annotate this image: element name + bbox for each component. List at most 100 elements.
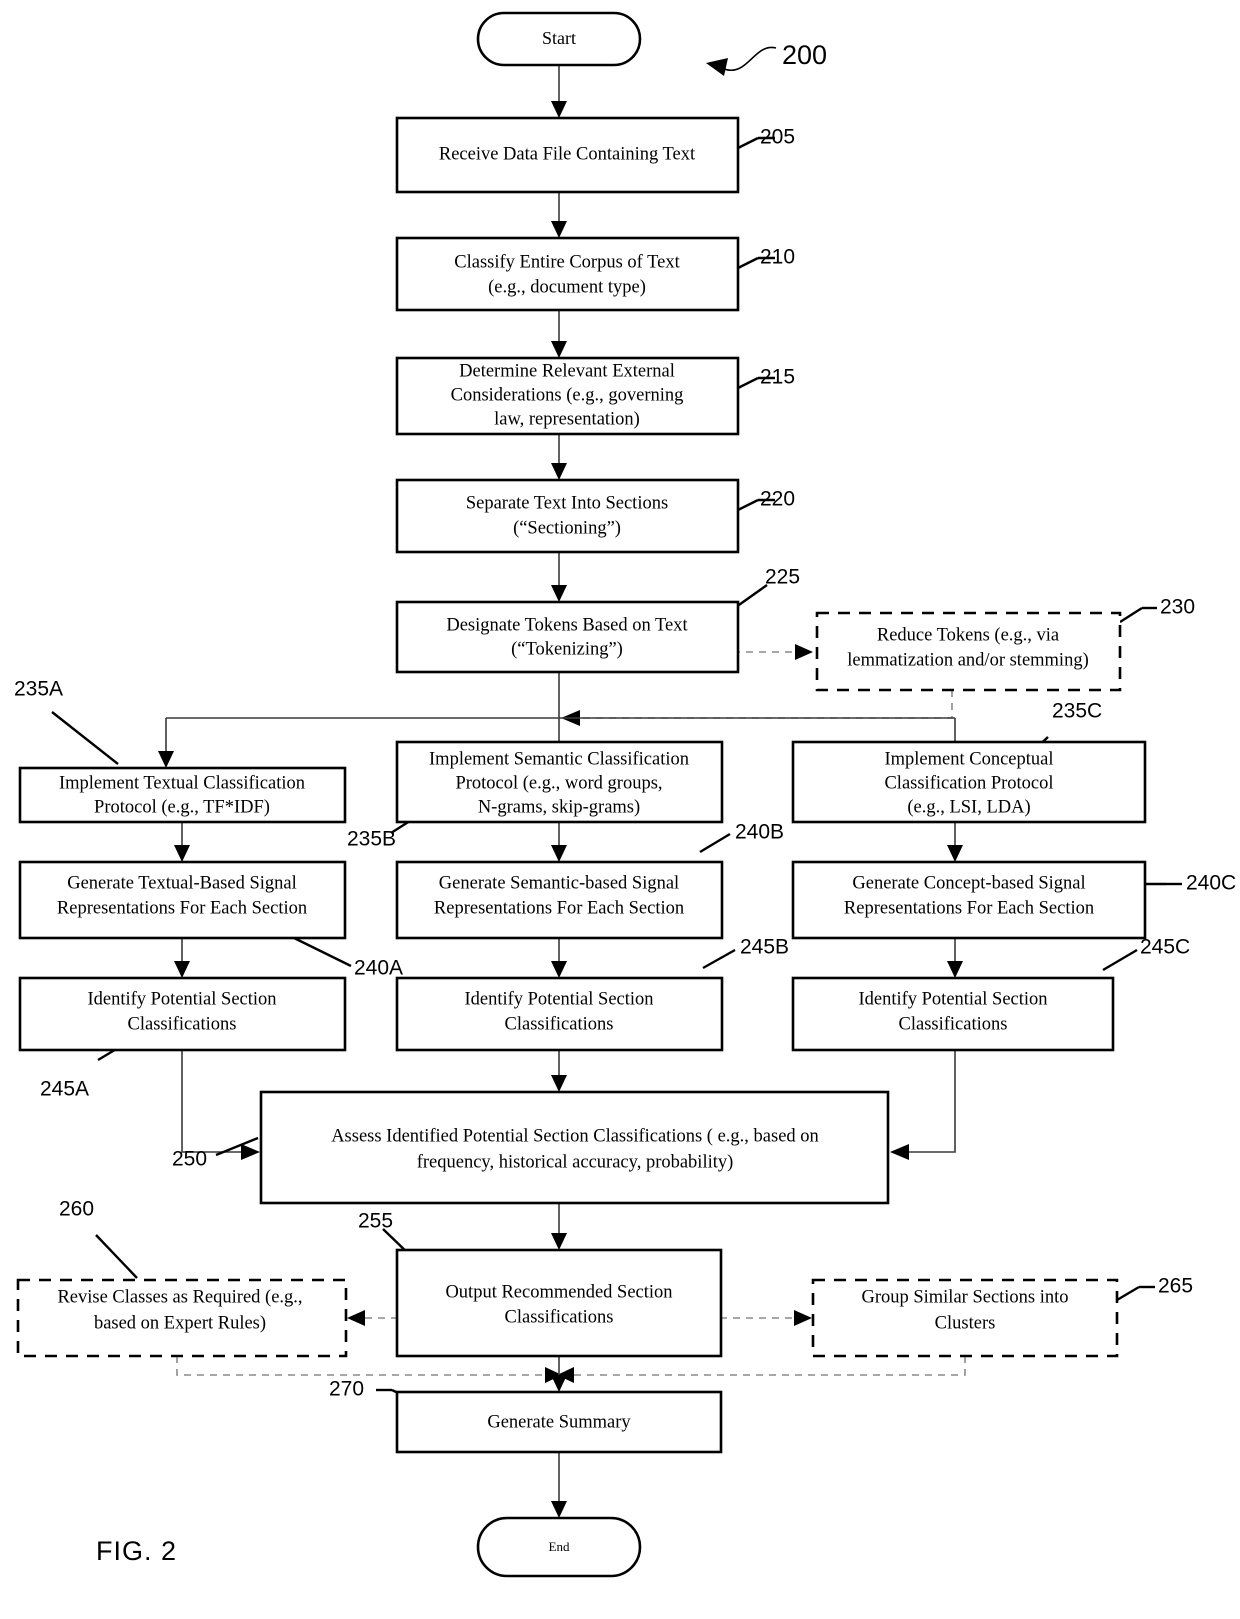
node-245B[interactable]: Identify Potential Section Classificatio… xyxy=(395,976,724,1052)
ref-235A: 235A xyxy=(14,678,63,701)
leader-245B xyxy=(702,948,736,970)
node-245B-line2: Classifications xyxy=(505,1014,614,1034)
node-215[interactable]: Determine Relevant External Consideratio… xyxy=(395,356,740,436)
leader-265 xyxy=(1116,1285,1155,1302)
node-230-line2: lemmatization and/or stemming) xyxy=(847,650,1088,670)
node-260-line2: based on Expert Rules) xyxy=(94,1313,266,1333)
node-240C-line2: Representations For Each Section xyxy=(844,898,1094,918)
node-270-line1: Generate Summary xyxy=(487,1412,631,1432)
node-235A-line2: Protocol (e.g., TF*IDF) xyxy=(94,797,270,817)
node-215-line1: Determine Relevant External xyxy=(459,361,675,381)
node-255[interactable]: Output Recommended Section Classificatio… xyxy=(395,1248,723,1358)
node-260[interactable]: Revise Classes as Required (e.g., based … xyxy=(16,1278,348,1358)
leader-200 xyxy=(706,46,777,76)
ref-230: 230 xyxy=(1160,596,1195,619)
connector-220-to-225 xyxy=(551,552,567,602)
connector-255-to-265 xyxy=(720,1310,812,1326)
node-245A-line2: Classifications xyxy=(128,1014,237,1034)
ref-255: 255 xyxy=(358,1210,393,1233)
node-235A-line1: Implement Textual Classification xyxy=(59,773,305,793)
ref-245B: 245B xyxy=(740,936,789,959)
ref-270: 270 xyxy=(329,1378,364,1401)
node-start[interactable]: Start xyxy=(476,11,642,67)
node-215-line3: law, representation) xyxy=(494,409,640,429)
node-255-line2: Classifications xyxy=(505,1307,614,1327)
node-270[interactable]: Generate Summary xyxy=(395,1390,723,1454)
node-210[interactable]: Classify Entire Corpus of Text (e.g., do… xyxy=(395,236,740,312)
node-end[interactable]: End xyxy=(476,1516,642,1578)
leader-240B xyxy=(699,832,731,854)
node-220-line2: (“Sectioning”) xyxy=(513,518,621,538)
connector-235A-to-240A xyxy=(174,822,190,862)
node-250-line2: frequency, historical accuracy, probabil… xyxy=(417,1152,734,1172)
flowchart-figure-2: Start Receive Data File Containing Text … xyxy=(14,11,1236,1578)
node-250[interactable]: Assess Identified Potential Section Clas… xyxy=(259,1090,890,1205)
node-235B[interactable]: Implement Semantic Classification Protoc… xyxy=(395,740,724,824)
leader-235A xyxy=(51,711,119,765)
ref-200: 200 xyxy=(782,40,827,70)
node-240C-line1: Generate Concept-based Signal xyxy=(852,873,1085,893)
node-230[interactable]: Reduce Tokens (e.g., via lemmatization a… xyxy=(815,611,1122,692)
node-225-line1: Designate Tokens Based on Text xyxy=(446,615,688,635)
node-220-line1: Separate Text Into Sections xyxy=(466,493,668,513)
node-240C[interactable]: Generate Concept-based Signal Representa… xyxy=(791,860,1147,940)
ref-260: 260 xyxy=(59,1198,94,1221)
ref-265: 265 xyxy=(1158,1275,1193,1298)
ref-240B: 240B xyxy=(735,821,784,844)
node-260-line1: Revise Classes as Required (e.g., xyxy=(57,1287,302,1307)
node-250-line1: Assess Identified Potential Section Clas… xyxy=(331,1126,819,1146)
node-210-line1: Classify Entire Corpus of Text xyxy=(454,252,680,272)
connector-230-to-trunk xyxy=(561,690,953,726)
connector-235B-to-240B xyxy=(551,822,567,862)
ref-245C: 245C xyxy=(1140,936,1190,959)
node-240B[interactable]: Generate Semantic-based Signal Represent… xyxy=(395,860,724,940)
node-255-line1: Output Recommended Section xyxy=(445,1282,672,1302)
node-235B-line2: Protocol (e.g., word groups, xyxy=(455,773,662,793)
connector-start-to-205 xyxy=(551,65,567,118)
connector-215-to-220 xyxy=(551,434,567,480)
node-245A[interactable]: Identify Potential Section Classificatio… xyxy=(18,976,347,1052)
connector-245B-to-250 xyxy=(551,1050,567,1092)
node-220[interactable]: Separate Text Into Sections (“Sectioning… xyxy=(395,478,740,554)
node-205[interactable]: Receive Data File Containing Text xyxy=(395,116,740,194)
connector-270-to-end xyxy=(551,1452,567,1518)
node-245A-line1: Identify Potential Section xyxy=(87,989,276,1009)
ref-235B: 235B xyxy=(347,828,396,851)
connector-240A-to-245A xyxy=(174,938,190,978)
node-245B-line1: Identify Potential Section xyxy=(464,989,653,1009)
ref-240A: 240A xyxy=(354,957,403,980)
node-210-line2: (e.g., document type) xyxy=(488,277,646,297)
ref-205: 205 xyxy=(760,126,795,149)
node-205-line1: Receive Data File Containing Text xyxy=(439,144,696,164)
connector-240C-to-245C xyxy=(947,938,963,978)
node-225[interactable]: Designate Tokens Based on Text (“Tokeniz… xyxy=(395,600,740,674)
node-245C[interactable]: Identify Potential Section Classificatio… xyxy=(791,976,1115,1052)
node-240A-line2: Representations For Each Section xyxy=(57,898,307,918)
node-235B-line1: Implement Semantic Classification xyxy=(429,749,689,769)
connector-205-to-210 xyxy=(551,192,567,238)
connector-250-to-255 xyxy=(551,1203,567,1250)
node-end-label: End xyxy=(549,1539,570,1554)
node-245C-line1: Identify Potential Section xyxy=(858,989,1047,1009)
leader-230 xyxy=(1119,606,1157,624)
node-265[interactable]: Group Similar Sections into Clusters xyxy=(811,1278,1119,1358)
node-235C-line1: Implement Conceptual xyxy=(884,749,1053,769)
ref-235C: 235C xyxy=(1052,700,1102,723)
ref-210: 210 xyxy=(760,246,795,269)
node-235C[interactable]: Implement Conceptual Classification Prot… xyxy=(791,740,1147,824)
node-265-line2: Clusters xyxy=(935,1313,996,1333)
leader-245C xyxy=(1102,948,1138,972)
node-265-line1: Group Similar Sections into xyxy=(861,1287,1068,1307)
connector-245C-to-250 xyxy=(890,1050,956,1160)
node-230-line1: Reduce Tokens (e.g., via xyxy=(877,625,1059,645)
leader-240A xyxy=(289,934,352,968)
node-235B-line3: N-grams, skip-grams) xyxy=(478,797,640,817)
node-240A[interactable]: Generate Textual-Based Signal Representa… xyxy=(18,860,347,940)
node-245C-line2: Classifications xyxy=(899,1014,1008,1034)
node-240B-line2: Representations For Each Section xyxy=(434,898,684,918)
node-235C-line3: (e.g., LSI, LDA) xyxy=(907,797,1030,817)
node-235A[interactable]: Implement Textual Classification Protoco… xyxy=(18,766,347,824)
ref-245A: 245A xyxy=(40,1078,89,1101)
connector-255-to-260 xyxy=(347,1310,398,1326)
ref-215: 215 xyxy=(760,366,795,389)
